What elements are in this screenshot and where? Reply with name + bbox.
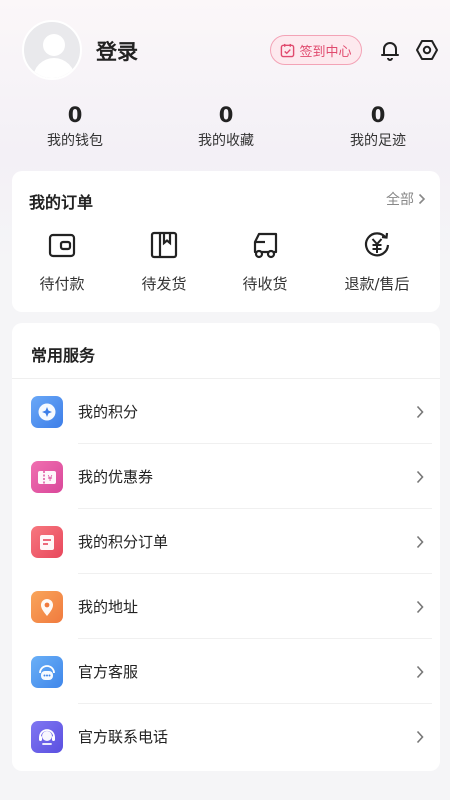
stat-value: 0 [67,103,83,127]
orders-title: 我的订单 [29,193,94,212]
orders-all-link[interactable]: 全部 [386,189,426,209]
order-item-label: 退款/售后 [344,275,410,293]
points-icon [31,395,63,428]
chevron-right-icon [418,193,426,205]
settings-icon[interactable] [414,37,440,63]
services-card: 常用服务 我的积分 ¥ 我的优惠券 我的积分订单 我的地址 官方客服 官方联系电… [12,323,440,771]
stat-wallet[interactable]: 0 我的钱包 [20,102,130,150]
service-row-points[interactable]: 我的积分 [12,379,440,444]
service-row-coupons[interactable]: ¥ 我的优惠券 [12,444,440,509]
calendar-check-icon [281,43,295,57]
chevron-right-icon [416,535,424,548]
checkin-label: 签到中心 [299,44,352,60]
service-row-points-orders[interactable]: 我的积分订单 [12,509,440,574]
chevron-right-icon [416,730,424,743]
stat-label: 我的足迹 [350,133,406,149]
checkin-center-button[interactable]: 签到中心 [270,35,362,65]
order-pending-receipt[interactable]: 待收货 [215,229,315,294]
points-order-icon [31,525,63,558]
order-item-label: 待付款 [39,275,85,293]
service-row-address[interactable]: 我的地址 [12,574,440,639]
service-label: 我的优惠券 [78,468,154,486]
orders-card: 我的订单 全部 待付款 待发货 待收货 退款/售后 [12,171,440,312]
customer-service-icon [31,655,63,688]
coupon-icon: ¥ [31,460,63,493]
phone-headset-icon [31,720,63,753]
service-row-hotline[interactable]: 官方联系电话 [12,704,440,769]
stat-value: 0 [370,103,386,127]
chevron-right-icon [416,600,424,613]
stat-label: 我的收藏 [198,133,254,149]
chevron-right-icon [416,470,424,483]
profile-header: 登录 签到中心 [0,0,450,100]
refund-yen-icon [364,232,390,257]
orders-all-label: 全部 [386,192,414,208]
truck-icon [253,232,278,259]
wallet-icon [48,233,76,258]
bell-icon[interactable] [377,37,403,63]
stat-value: 0 [218,103,234,127]
order-item-label: 待发货 [141,275,187,293]
service-label: 我的积分 [78,403,139,421]
service-label: 官方联系电话 [78,728,169,746]
stats-bar: 0 我的钱包 0 我的收藏 0 我的足迹 [0,100,450,160]
stat-favorites[interactable]: 0 我的收藏 [171,102,281,150]
package-icon [150,231,178,259]
order-pending-payment[interactable]: 待付款 [12,229,112,294]
order-item-label: 待收货 [242,275,288,293]
chevron-right-icon [416,665,424,678]
service-label: 官方客服 [78,663,139,681]
service-label: 我的积分订单 [78,533,169,551]
order-refund[interactable]: 退款/售后 [327,229,427,294]
stat-label: 我的钱包 [47,133,103,149]
avatar[interactable] [22,20,82,80]
service-label: 我的地址 [78,598,139,616]
login-link[interactable]: 登录 [96,36,138,66]
svg-text:¥: ¥ [47,474,52,483]
services-title: 常用服务 [31,346,96,365]
stat-footprints[interactable]: 0 我的足迹 [323,102,433,150]
order-pending-shipment[interactable]: 待发货 [114,229,214,294]
chevron-right-icon [416,405,424,418]
location-pin-icon [31,590,63,623]
service-row-customer-service[interactable]: 官方客服 [12,639,440,704]
